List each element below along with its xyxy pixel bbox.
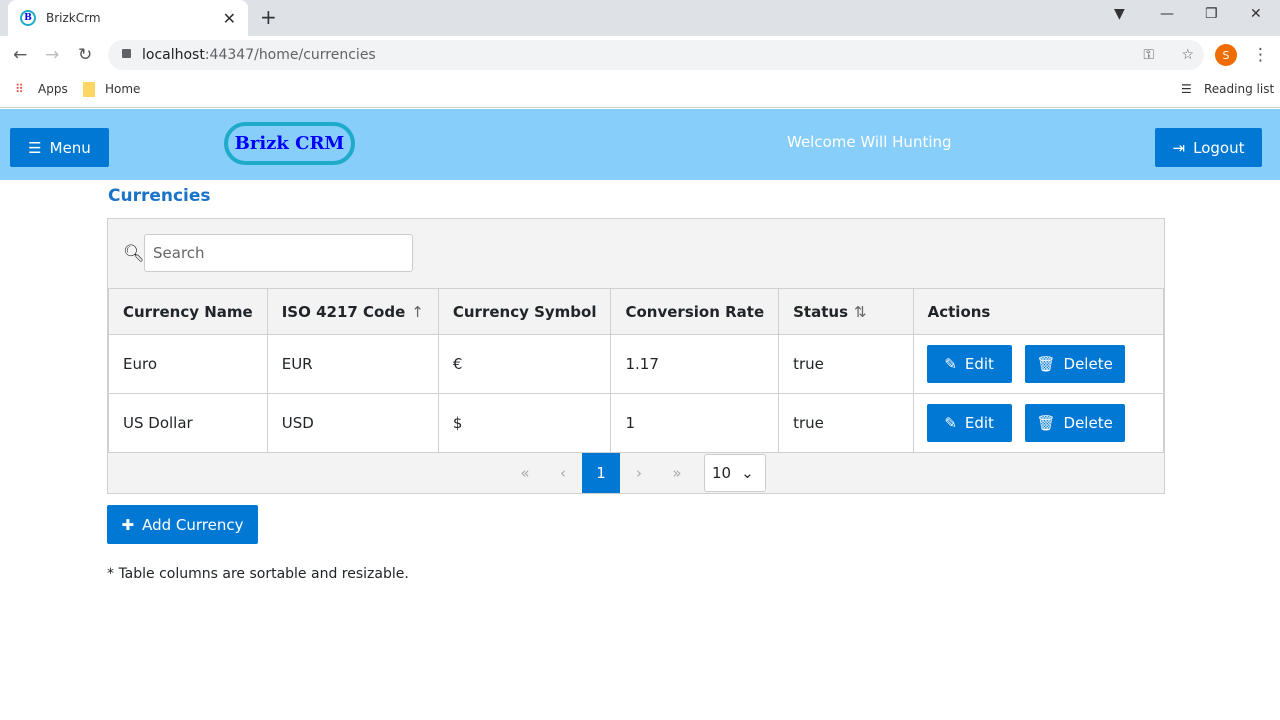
welcome-text: Welcome Will Hunting [787,133,952,151]
search-placeholder: Search [153,244,205,262]
forward-icon[interactable]: → [45,45,59,65]
delete-label: Delete [1063,414,1113,432]
delete-button[interactable]: 🗑︎ Delete [1024,404,1125,442]
col-label: Conversion Rate [625,302,765,321]
profile-menu-icon[interactable]: ▼ [1114,6,1125,22]
favicon-icon: B [20,10,36,26]
column-header-symbol[interactable]: Currency Symbol [437,288,612,335]
url-host: localhost [142,47,205,63]
browser-tab[interactable]: B BrizkCrm ✕ [8,0,248,36]
star-icon[interactable]: ☆ [1181,47,1194,63]
folder-icon [83,82,95,97]
edit-icon: ✎ [944,414,957,432]
page-title: Currencies [108,186,211,206]
sort-asc-icon: ↑ [411,302,424,321]
search-input[interactable]: Search [144,234,413,272]
currency-table: Currency Name ISO 4217 Code ↑ Currency Sy… [108,288,1165,453]
cell-actions: ✎ Edit 🗑︎ Delete [912,334,1165,394]
reload-icon[interactable]: ↻ [78,45,92,65]
logout-label: Logout [1193,138,1245,157]
edit-button[interactable]: ✎ Edit [926,345,1012,383]
reading-list-icon: ☰ [1181,82,1192,96]
restore-icon[interactable]: ❐ [1205,6,1218,22]
menu-button[interactable]: ☰ Menu [10,128,109,167]
cell-symbol: € [437,334,612,394]
cell-rate: 1.17 [610,334,780,394]
back-icon[interactable]: ← [13,45,27,65]
edit-icon: ✎ [944,355,957,373]
col-label: Status [793,302,848,321]
bookmark-home[interactable]: Home [105,82,140,96]
add-currency-button[interactable]: ✚ Add Currency [107,505,258,544]
table-header-row: Currency Name ISO 4217 Code ↑ Currency Sy… [108,288,1165,335]
app-header: ☰ Menu Brizk CRM Welcome Will Hunting ⇥ Lo… [0,109,1280,180]
plus-icon: ✚ [121,515,135,534]
key-icon[interactable]: ⚿ [1143,47,1154,63]
column-header-status[interactable]: Status ⇅ [778,288,914,335]
edit-label: Edit [964,355,994,373]
hamburger-icon: ☰ [28,138,42,157]
logo[interactable]: Brizk CRM [224,122,355,165]
column-header-name[interactable]: Currency Name [108,288,268,335]
reading-list[interactable]: Reading list [1204,82,1274,96]
tab-title: BrizkCrm [46,11,101,25]
table-row: US Dollar USD $ 1 true ✎ Edit 🗑︎ Delete [108,393,1165,453]
new-tab-icon[interactable]: + [260,5,277,29]
first-page-icon[interactable]: « [506,453,544,493]
chevron-down-icon: ⌄ [741,464,754,482]
cell-rate: 1 [610,393,780,453]
url-path: :44347/home/currencies [204,47,376,63]
page-size-value: 10 [712,464,732,482]
cell-name: Euro [108,334,268,394]
cell-code: USD [266,393,439,453]
col-label: Actions [927,302,991,321]
page-1-button[interactable]: 1 [582,453,620,493]
logout-button[interactable]: ⇥ Logout [1155,128,1262,167]
add-currency-label: Add Currency [142,515,244,534]
currencies-grid: 🔍︎ Search Currency Name ISO 4217 Code ↑ C… [107,218,1165,494]
delete-button[interactable]: 🗑︎ Delete [1024,345,1125,383]
page-size-select[interactable]: 10 ⌄ [704,454,766,492]
search-icon: 🔍︎ [123,244,145,264]
address-bar-row: ← → ↻ localhost:44347/home/currencies ⚿ … [0,36,1280,74]
close-tab-icon[interactable]: ✕ [223,9,236,28]
delete-label: Delete [1063,355,1113,373]
cell-symbol: $ [437,393,612,453]
more-icon[interactable]: ⋮ [1252,45,1269,65]
bookmarks-bar: ⠿ Apps Home ☰ Reading list [0,74,1280,108]
cell-status: true [778,393,914,453]
minimize-icon[interactable]: — [1160,6,1174,22]
cell-name: US Dollar [108,393,268,453]
edit-label: Edit [964,414,994,432]
close-window-icon[interactable]: ✕ [1250,6,1262,22]
menu-label: Menu [49,138,91,157]
last-page-icon[interactable]: » [658,453,696,493]
column-header-rate[interactable]: Conversion Rate [610,288,780,335]
url-input[interactable]: localhost:44347/home/currencies ⚿ ☆ [108,40,1204,70]
cell-status: true [778,334,914,394]
col-label: Currency Name [123,302,253,321]
browser-tabbar: B BrizkCrm ✕ + ▼ — ❐ ✕ [0,0,1280,36]
avatar[interactable]: S [1215,44,1237,66]
cell-actions: ✎ Edit 🗑︎ Delete [912,393,1165,453]
sort-icon: ⇅ [854,302,867,321]
trash-icon: 🗑︎ [1036,414,1056,432]
trash-icon: 🗑︎ [1036,355,1056,373]
table-note: * Table columns are sortable and resizab… [107,566,409,582]
table-row: Euro EUR € 1.17 true ✎ Edit 🗑︎ Delete [108,334,1165,394]
column-header-actions: Actions [912,288,1165,335]
next-page-icon[interactable]: › [620,453,658,493]
lock-icon [122,49,131,58]
col-label: ISO 4217 Code [281,302,406,321]
pager: « ‹ 1 › » 10 ⌄ [108,453,1164,493]
cell-code: EUR [266,334,439,394]
sign-out-icon: ⇥ [1172,138,1186,157]
apps-icon: ⠿ [15,82,24,96]
prev-page-icon[interactable]: ‹ [544,453,582,493]
bookmark-apps[interactable]: Apps [38,82,68,96]
edit-button[interactable]: ✎ Edit [926,404,1012,442]
column-header-code[interactable]: ISO 4217 Code ↑ [266,288,439,335]
col-label: Currency Symbol [452,302,597,321]
